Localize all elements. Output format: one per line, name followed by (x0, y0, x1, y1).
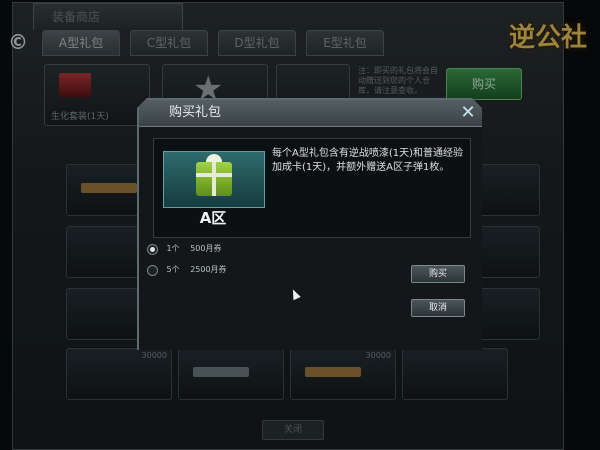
radio-button-selected[interactable] (147, 243, 158, 255)
option-quantity: 5个 (166, 265, 180, 274)
quantity-option[interactable]: 5个 2500月券 (147, 263, 227, 277)
close-x-icon[interactable]: ✕ (458, 103, 478, 123)
option-quantity: 1个 (166, 244, 180, 253)
option-price: 2500月券 (190, 265, 227, 274)
gift-box-icon (196, 154, 232, 196)
option-price: 500月券 (190, 244, 222, 253)
gift-bow (206, 154, 222, 162)
item-info-box: A区 每个A型礼包含有逆战喷漆(1天)和普通经验加成卡(1天)，并额外赠送A区子… (153, 138, 471, 238)
buy-button[interactable]: 购买 (411, 265, 465, 283)
dialog-header: 购买礼包 ✕ (139, 100, 482, 127)
dialog-title: 购买礼包 (169, 105, 222, 120)
cancel-button[interactable]: 取消 (411, 299, 465, 317)
item-description: 每个A型礼包含有逆战喷漆(1天)和普通经验加成卡(1天)，并额外赠送A区子弹1枚… (272, 148, 464, 173)
quantity-option[interactable]: 1个 500月券 (147, 242, 221, 256)
gift-ribbon (196, 173, 232, 177)
item-image (163, 151, 265, 208)
gift-ribbon (212, 162, 216, 196)
buy-package-dialog: 购买礼包 ✕ A区 每个A型礼包含有逆战喷漆(1天)和普通经验加成卡(1天)，并… (137, 98, 482, 350)
radio-button[interactable] (147, 264, 158, 276)
item-name: A区 (199, 209, 227, 227)
